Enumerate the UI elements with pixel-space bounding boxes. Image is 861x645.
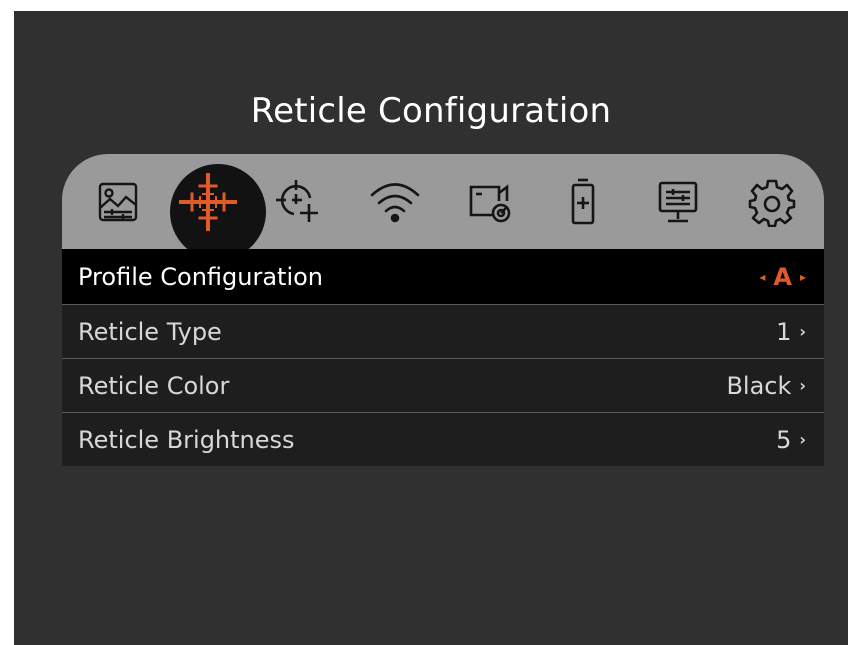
tab-image-adjust[interactable] [82,166,154,238]
record-settings-icon [469,184,511,223]
zeroing-icon [276,180,318,222]
tab-wifi[interactable] [359,166,431,238]
reticle-type-value: 1 [776,317,792,346]
wifi-icon [370,183,420,223]
tab-settings[interactable] [736,166,808,238]
reticle-color-value: Black [726,371,792,400]
image-adjust-icon [98,182,138,222]
menu-item-reticle-type[interactable]: Reticle Type 1 › [62,304,824,358]
menu-item-profile-configuration[interactable]: Profile Configuration ◂ A ▸ [62,249,824,304]
settings-menu: Profile Configuration ◂ A ▸ Reticle Type… [62,249,824,466]
chevron-right-icon: › [799,376,806,395]
menu-item-value: 1 › [776,318,806,346]
page-title: Reticle Configuration [250,91,612,131]
menu-item-value: 5 › [776,426,806,454]
next-option-icon[interactable]: ▸ [800,270,806,284]
chevron-right-icon: › [799,430,806,449]
menu-item-value: ◂ A ▸ [759,263,806,291]
menu-item-reticle-brightness[interactable]: Reticle Brightness 5 › [62,412,824,466]
reticle-brightness-value: 5 [776,425,792,454]
tab-record-settings[interactable] [454,166,526,238]
tab-battery[interactable] [547,166,619,238]
reticle-icon [179,173,237,231]
menu-item-value: Black › [726,372,806,400]
device-screen: Reticle Configuration Profile Configurat… [14,11,848,645]
tab-bar [62,154,824,260]
menu-item-reticle-color[interactable]: Reticle Color Black › [62,358,824,412]
tab-zeroing[interactable] [262,166,334,238]
profile-value: A [773,262,792,291]
menu-item-label: Reticle Color [78,371,230,400]
previous-option-icon[interactable]: ◂ [759,270,765,284]
tab-reticle[interactable] [170,164,266,260]
menu-item-label: Reticle Type [78,317,222,346]
gear-icon [748,179,796,227]
chevron-right-icon: › [799,322,806,341]
tab-display-settings[interactable] [642,166,714,238]
battery-icon [571,178,595,225]
menu-item-label: Profile Configuration [78,262,324,291]
menu-item-label: Reticle Brightness [78,425,295,454]
display-settings-icon [658,181,698,223]
